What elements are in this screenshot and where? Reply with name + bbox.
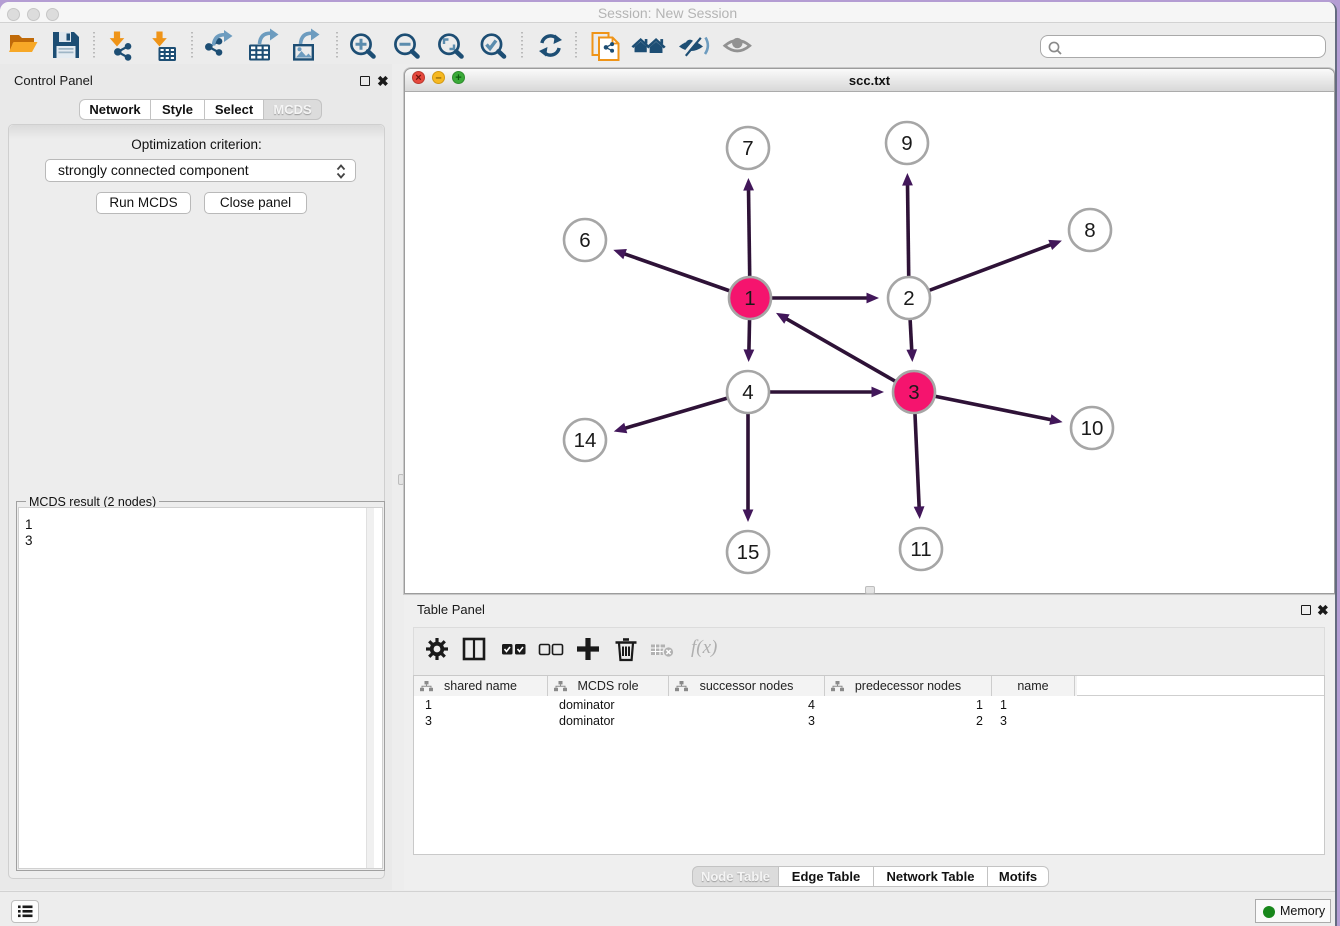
svg-text:10: 10	[1081, 417, 1104, 440]
svg-text:2: 2	[903, 287, 914, 310]
svg-text:15: 15	[737, 541, 760, 564]
svg-text:9: 9	[901, 132, 912, 155]
svg-text:6: 6	[579, 229, 590, 252]
svg-text:3: 3	[908, 381, 919, 404]
svg-text:7: 7	[742, 137, 753, 160]
svg-text:1: 1	[744, 287, 755, 310]
svg-text:11: 11	[910, 538, 931, 561]
svg-text:4: 4	[742, 381, 753, 404]
svg-text:8: 8	[1084, 219, 1095, 242]
svg-text:14: 14	[574, 429, 597, 452]
